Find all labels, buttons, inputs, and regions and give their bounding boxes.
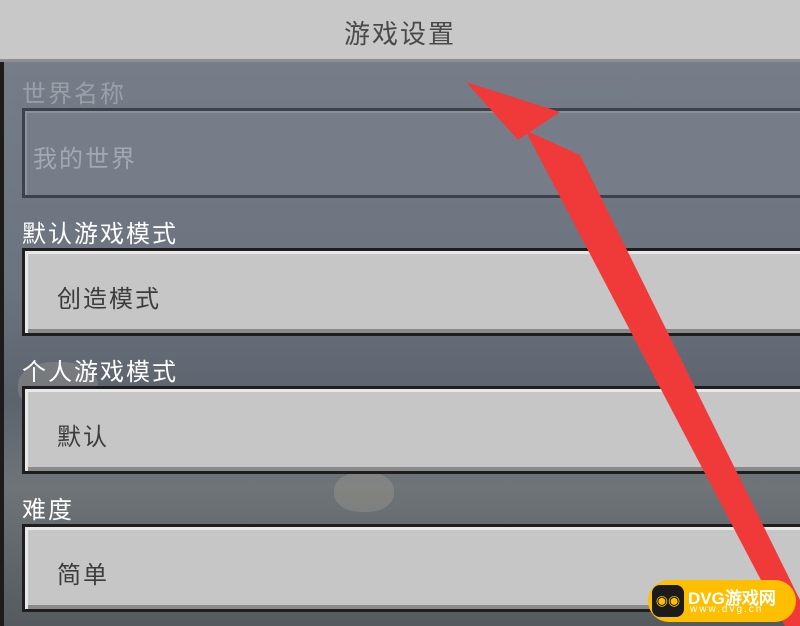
red-arrow-annotation (466, 82, 800, 626)
watermark-url: www.dvg.cn (690, 604, 764, 615)
arrow-head (466, 82, 560, 140)
gamepad-icon: ◉◉ (652, 585, 684, 617)
arrow-shaft (525, 130, 800, 626)
site-watermark: ◉◉ DVG游戏网 www.dvg.cn (648, 580, 796, 622)
